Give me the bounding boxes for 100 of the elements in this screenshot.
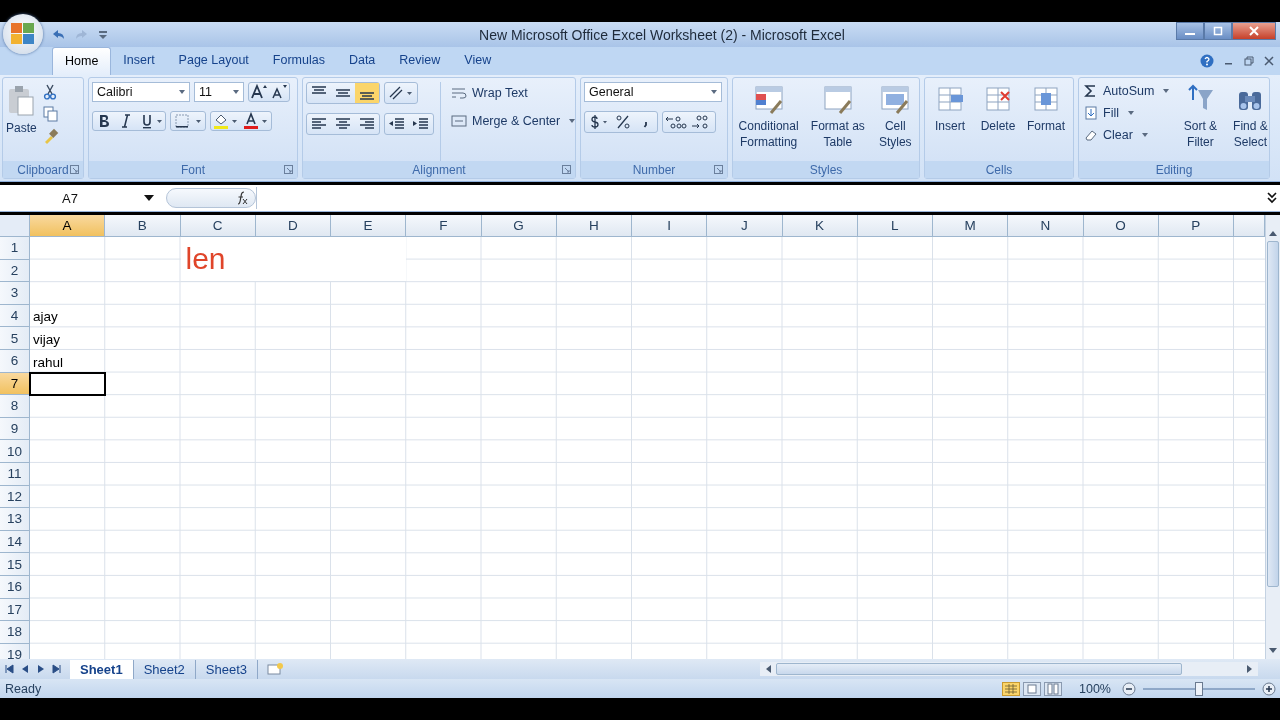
zoom-out-icon[interactable] bbox=[1122, 681, 1136, 696]
row-header[interactable]: 10 bbox=[0, 440, 30, 463]
help-icon[interactable] bbox=[1200, 54, 1214, 68]
scroll-right-icon[interactable] bbox=[1246, 664, 1254, 674]
paste-button[interactable]: Paste bbox=[6, 82, 37, 161]
column-header[interactable]: H bbox=[556, 215, 632, 237]
ribbon-tab[interactable]: Page Layout bbox=[166, 47, 261, 75]
sheet-tab[interactable]: Sheet1 bbox=[70, 659, 134, 679]
cells-button[interactable]: Insert bbox=[928, 82, 972, 136]
row-header[interactable]: 3 bbox=[0, 282, 30, 305]
column-header[interactable]: F bbox=[406, 215, 482, 237]
scroll-left-icon[interactable] bbox=[764, 664, 772, 674]
grow-font-icon[interactable] bbox=[249, 83, 269, 101]
normal-view-icon[interactable] bbox=[1002, 681, 1020, 696]
row-header[interactable]: 1 bbox=[0, 237, 30, 260]
ribbon-tab[interactable]: Data bbox=[336, 47, 388, 75]
styles-button[interactable]: Cell Styles bbox=[874, 82, 916, 152]
column-header[interactable]: E bbox=[331, 215, 407, 237]
editing-button[interactable]: AutoSum bbox=[1082, 82, 1172, 100]
row-header[interactable]: 8 bbox=[0, 395, 30, 418]
scroll-thumb[interactable] bbox=[776, 663, 1182, 675]
column-header[interactable]: P bbox=[1158, 215, 1234, 237]
vertical-scrollbar[interactable] bbox=[1265, 215, 1280, 659]
eraser-icon bbox=[1084, 128, 1098, 142]
editing-button[interactable]: Fill bbox=[1082, 104, 1172, 122]
styles-button[interactable]: Format as Table bbox=[805, 82, 871, 152]
name-box[interactable]: A7 bbox=[0, 187, 158, 209]
column-header[interactable]: M bbox=[933, 215, 1009, 237]
column-header[interactable]: I bbox=[632, 215, 708, 237]
restore-icon[interactable] bbox=[1244, 56, 1254, 66]
zoom-level[interactable]: 100% bbox=[1079, 681, 1111, 696]
cells-button[interactable]: Delete bbox=[976, 82, 1020, 136]
editing-button[interactable]: Sort & Filter bbox=[1177, 82, 1224, 152]
close-icon[interactable] bbox=[1264, 56, 1274, 66]
ribbon-tab[interactable]: Home bbox=[52, 47, 112, 75]
ribbon-tab[interactable]: Formulas bbox=[260, 47, 337, 75]
next-sheet-icon[interactable] bbox=[36, 664, 46, 674]
align-bottom-icon[interactable] bbox=[355, 83, 379, 103]
column-header[interactable]: K bbox=[782, 215, 858, 237]
row-header[interactable]: 13 bbox=[0, 508, 30, 531]
dialog-launcher-icon[interactable] bbox=[562, 165, 571, 174]
scroll-up-icon[interactable] bbox=[1268, 229, 1278, 237]
column-header[interactable]: L bbox=[857, 215, 933, 237]
column-header[interactable]: A bbox=[30, 215, 106, 237]
editing-button[interactable]: Clear bbox=[1082, 126, 1172, 144]
row-header[interactable]: 11 bbox=[0, 462, 30, 486]
row-header[interactable]: 6 bbox=[0, 349, 30, 373]
ribbon-tab[interactable]: Review bbox=[387, 47, 453, 75]
dialog-launcher-icon[interactable] bbox=[70, 165, 79, 174]
previous-sheet-icon[interactable] bbox=[20, 664, 30, 674]
row-header[interactable]: 15 bbox=[0, 553, 30, 576]
row-header[interactable]: 16 bbox=[0, 575, 30, 599]
row-header[interactable]: 4 bbox=[0, 304, 30, 328]
last-sheet-icon[interactable] bbox=[52, 664, 62, 674]
scroll-down-icon[interactable] bbox=[1268, 647, 1278, 655]
cells-button[interactable]: Format bbox=[1024, 82, 1068, 136]
row-header[interactable]: 14 bbox=[0, 530, 30, 554]
maximize-button[interactable] bbox=[1204, 22, 1232, 40]
row-header[interactable]: 17 bbox=[0, 598, 30, 622]
column-header[interactable]: C bbox=[180, 215, 256, 237]
row-header[interactable]: 7 bbox=[0, 372, 30, 396]
sheet-tab[interactable]: Sheet2 bbox=[133, 659, 196, 679]
column-header[interactable]: B bbox=[105, 215, 181, 237]
number-format-field[interactable]: General bbox=[584, 82, 722, 102]
horizontal-scrollbar[interactable] bbox=[760, 662, 1258, 676]
sheet-tab[interactable]: Sheet3 bbox=[195, 659, 259, 679]
scissors-icon[interactable] bbox=[42, 84, 57, 100]
ribbon-tab[interactable]: View bbox=[452, 47, 504, 75]
minimize-button[interactable] bbox=[1176, 22, 1204, 40]
row-header[interactable]: 2 bbox=[0, 259, 30, 283]
dialog-launcher-icon[interactable] bbox=[284, 165, 293, 174]
scroll-thumb[interactable] bbox=[1267, 241, 1279, 587]
expand-icon[interactable] bbox=[1266, 191, 1278, 205]
selected-cell[interactable] bbox=[29, 371, 107, 397]
customize-toolbar-icon[interactable] bbox=[98, 29, 108, 40]
shrink-font-icon[interactable] bbox=[269, 83, 289, 101]
ribbon-tab[interactable]: Insert bbox=[111, 47, 167, 75]
row-header[interactable]: 5 bbox=[0, 327, 30, 350]
row-header[interactable]: 18 bbox=[0, 621, 30, 644]
wrap-text-button[interactable]: Wrap Text bbox=[449, 84, 578, 102]
first-sheet-icon[interactable] bbox=[4, 664, 14, 674]
column-header[interactable]: G bbox=[481, 215, 557, 237]
row-header[interactable]: 9 bbox=[0, 417, 30, 441]
row-header[interactable]: 12 bbox=[0, 485, 30, 509]
page-layout-icon[interactable] bbox=[1023, 681, 1041, 696]
dialog-launcher-icon[interactable] bbox=[714, 165, 723, 174]
column-header[interactable]: D bbox=[255, 215, 331, 237]
copy-icon[interactable] bbox=[42, 106, 59, 122]
column-header[interactable]: J bbox=[707, 215, 783, 237]
column-header[interactable]: O bbox=[1083, 215, 1159, 237]
zoom-in-icon[interactable] bbox=[1262, 681, 1276, 696]
font-size-field[interactable]: 11 bbox=[194, 82, 244, 102]
editing-button[interactable]: Find & Select bbox=[1227, 82, 1274, 152]
styles-button[interactable]: Conditional Formatting bbox=[736, 82, 802, 152]
merge-center-button[interactable]: Merge & Center bbox=[449, 112, 578, 130]
page-break-icon[interactable] bbox=[1044, 681, 1062, 696]
font-name-field[interactable]: Calibri bbox=[92, 82, 190, 102]
slider-thumb[interactable] bbox=[1195, 681, 1203, 696]
close-button[interactable] bbox=[1232, 22, 1276, 40]
column-header[interactable]: N bbox=[1008, 215, 1084, 237]
